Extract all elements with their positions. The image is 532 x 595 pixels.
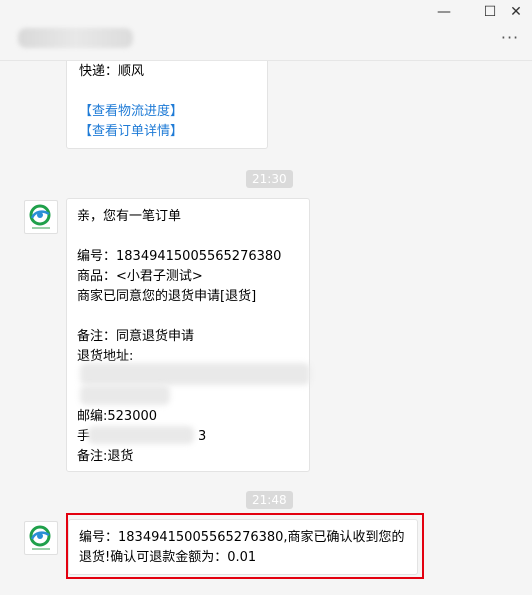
logistics-link[interactable]: 【查看物流进度】 — [79, 102, 255, 122]
note-text: 备注:退货 — [77, 449, 134, 464]
empty-line — [77, 307, 299, 327]
close-button[interactable]: ✕ — [504, 2, 528, 22]
address-redaction — [80, 363, 310, 385]
postcode-text: 邮编:523000 — [77, 409, 158, 424]
chat-title-blurred — [18, 28, 133, 48]
shop-logo-icon[interactable] — [24, 200, 58, 234]
address-redaction — [80, 385, 170, 405]
greeting-text: 亲，您有一笔订单 — [77, 209, 182, 224]
phone-suffix: 3 — [198, 429, 207, 444]
empty-line — [79, 82, 255, 102]
status-text: 商家已同意您的退货申请[退货] — [77, 289, 257, 304]
chat-area[interactable]: 快递：顺风 【查看物流进度】 【查看订单详情】 21:30 亲，您有一笔订单 编… — [0, 61, 532, 595]
title-bar: — ☐ ✕ ··· — [0, 0, 532, 61]
product-text: 商品：<小君子测试> — [77, 269, 203, 284]
highlight-box — [66, 513, 424, 579]
timestamp-1: 21:30 — [246, 170, 293, 188]
message-bubble-1: 快递：顺风 【查看物流进度】 【查看订单详情】 — [66, 61, 268, 149]
phone-redaction — [88, 426, 194, 444]
shop-logo-icon[interactable] — [24, 521, 58, 555]
maximize-button[interactable]: ☐ — [478, 2, 502, 22]
order-number-text: 编号：18349415005565276380 — [77, 249, 282, 264]
courier-text: 快递：顺风 — [79, 64, 145, 79]
remark-text: 备注：同意退货申请 — [77, 329, 195, 344]
more-options-button[interactable]: ··· — [500, 30, 520, 46]
order-detail-link[interactable]: 【查看订单详情】 — [79, 122, 255, 142]
timestamp-2: 21:48 — [246, 491, 293, 509]
empty-line — [77, 227, 299, 247]
minimize-button[interactable]: — — [432, 2, 456, 22]
